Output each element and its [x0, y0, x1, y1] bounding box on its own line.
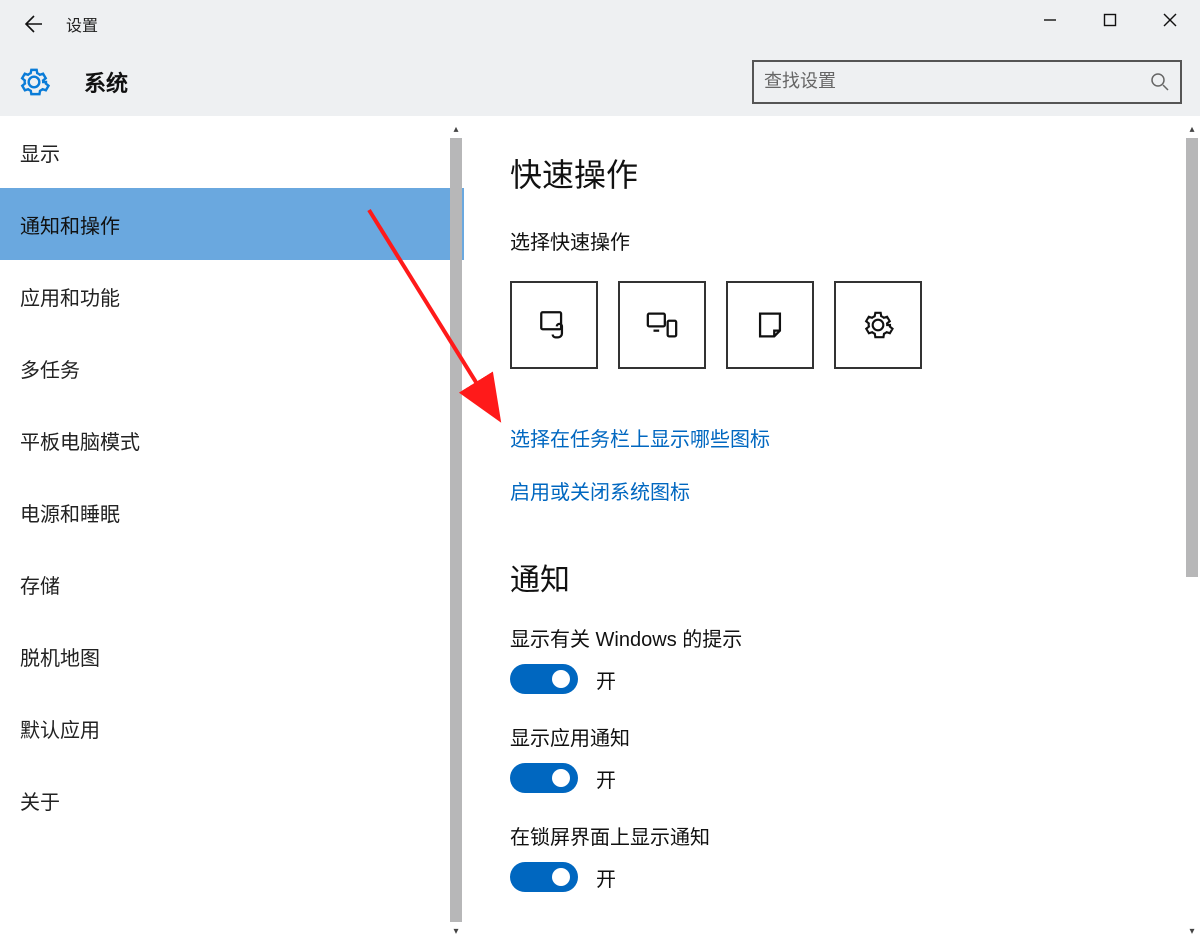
qa-tile-tablet-mode[interactable] — [510, 281, 598, 369]
toggle-knob — [552, 868, 570, 886]
search-wrap[interactable] — [752, 60, 1182, 104]
link-taskbar-icons[interactable]: 选择在任务栏上显示哪些图标 — [510, 423, 1130, 452]
sidebar-item-label: 应用和功能 — [20, 282, 120, 311]
toggle-switch-app-notifications[interactable] — [510, 763, 578, 793]
sidebar-item-tablet-mode[interactable]: 平板电脑模式 — [0, 404, 464, 476]
link-system-icons[interactable]: 启用或关闭系统图标 — [510, 476, 1130, 505]
search-icon — [1150, 72, 1170, 92]
project-icon — [645, 308, 679, 342]
sidebar-scroll-thumb[interactable] — [450, 138, 462, 922]
qa-tile-notes[interactable] — [726, 281, 814, 369]
sidebar-item-display[interactable]: 显示 — [0, 116, 464, 188]
sidebar-item-default-apps[interactable]: 默认应用 — [0, 692, 464, 764]
title-bar: 设置 — [0, 0, 1200, 48]
sidebar-item-label: 平板电脑模式 — [20, 426, 140, 455]
scroll-down-icon: ▾ — [1184, 924, 1200, 938]
toggle-windows-tips: 显示有关 Windows 的提示 开 — [510, 623, 1130, 694]
sidebar-item-storage[interactable]: 存储 — [0, 548, 464, 620]
choose-quick-actions-label: 选择快速操作 — [510, 226, 1130, 255]
close-icon — [1163, 13, 1177, 27]
sidebar-item-label: 存储 — [20, 570, 60, 599]
sidebar-item-offline-maps[interactable]: 脱机地图 — [0, 620, 464, 692]
scroll-down-icon: ▾ — [448, 924, 464, 938]
sidebar-item-label: 电源和睡眠 — [20, 498, 120, 527]
sidebar-item-multitask[interactable]: 多任务 — [0, 332, 464, 404]
settings-gear-icon — [862, 309, 894, 341]
content-scrollbar[interactable]: ▴ ▾ — [1184, 122, 1200, 938]
search-input[interactable] — [764, 71, 1150, 92]
toggle-lockscreen-notifications: 在锁屏界面上显示通知 开 — [510, 821, 1130, 892]
toggle-knob — [552, 670, 570, 688]
sidebar-item-label: 脱机地图 — [20, 642, 100, 671]
toggle-label: 在锁屏界面上显示通知 — [510, 821, 1130, 850]
header-gear[interactable] — [18, 66, 50, 98]
back-button[interactable] — [8, 0, 56, 48]
qa-tile-settings[interactable] — [834, 281, 922, 369]
toggle-state: 开 — [596, 764, 616, 793]
toggle-state: 开 — [596, 665, 616, 694]
sidebar-item-power-sleep[interactable]: 电源和睡眠 — [0, 476, 464, 548]
window-controls — [1020, 0, 1200, 40]
scroll-up-icon: ▴ — [448, 122, 464, 136]
page-title: 系统 — [84, 66, 128, 98]
header-row: 系统 — [0, 48, 1200, 116]
toggle-label: 显示应用通知 — [510, 722, 1130, 751]
content-pane: 快速操作 选择快速操作 选择在任务栏上显示哪些图标 启用或关闭系统图标 通知 — [465, 116, 1200, 944]
minimize-button[interactable] — [1020, 0, 1080, 40]
sidebar: 显示 通知和操作 应用和功能 多任务 平板电脑模式 电源和睡眠 存储 脱机地图 … — [0, 116, 465, 944]
toggle-app-notifications: 显示应用通知 开 — [510, 722, 1130, 793]
maximize-icon — [1103, 13, 1117, 27]
sidebar-scrollbar[interactable]: ▴ ▾ — [448, 122, 464, 938]
quick-actions-heading: 快速操作 — [510, 150, 1130, 196]
close-button[interactable] — [1140, 0, 1200, 40]
sidebar-item-label: 默认应用 — [20, 714, 100, 743]
toggle-label: 显示有关 Windows 的提示 — [510, 623, 1130, 652]
note-icon — [753, 308, 787, 342]
scroll-up-icon: ▴ — [1184, 122, 1200, 136]
sidebar-item-label: 关于 — [20, 786, 60, 815]
gear-icon — [18, 66, 50, 98]
content-scroll-thumb[interactable] — [1186, 138, 1198, 577]
sidebar-item-apps-features[interactable]: 应用和功能 — [0, 260, 464, 332]
sidebar-item-label: 显示 — [20, 138, 60, 167]
sidebar-item-about[interactable]: 关于 — [0, 764, 464, 836]
toggle-state: 开 — [596, 863, 616, 892]
notifications-heading: 通知 — [510, 555, 1130, 599]
toggle-knob — [552, 769, 570, 787]
tablet-touch-icon — [537, 308, 571, 342]
toggle-switch-lockscreen-notifications[interactable] — [510, 862, 578, 892]
quick-action-tiles — [510, 281, 1130, 369]
back-arrow-icon — [22, 14, 42, 34]
toggle-switch-windows-tips[interactable] — [510, 664, 578, 694]
sidebar-item-label: 通知和操作 — [20, 210, 120, 239]
minimize-icon — [1043, 13, 1057, 27]
sidebar-item-label: 多任务 — [20, 354, 80, 383]
maximize-button[interactable] — [1080, 0, 1140, 40]
window-title: 设置 — [66, 12, 98, 36]
qa-tile-project[interactable] — [618, 281, 706, 369]
sidebar-item-notifications-actions[interactable]: 通知和操作 — [0, 188, 464, 260]
